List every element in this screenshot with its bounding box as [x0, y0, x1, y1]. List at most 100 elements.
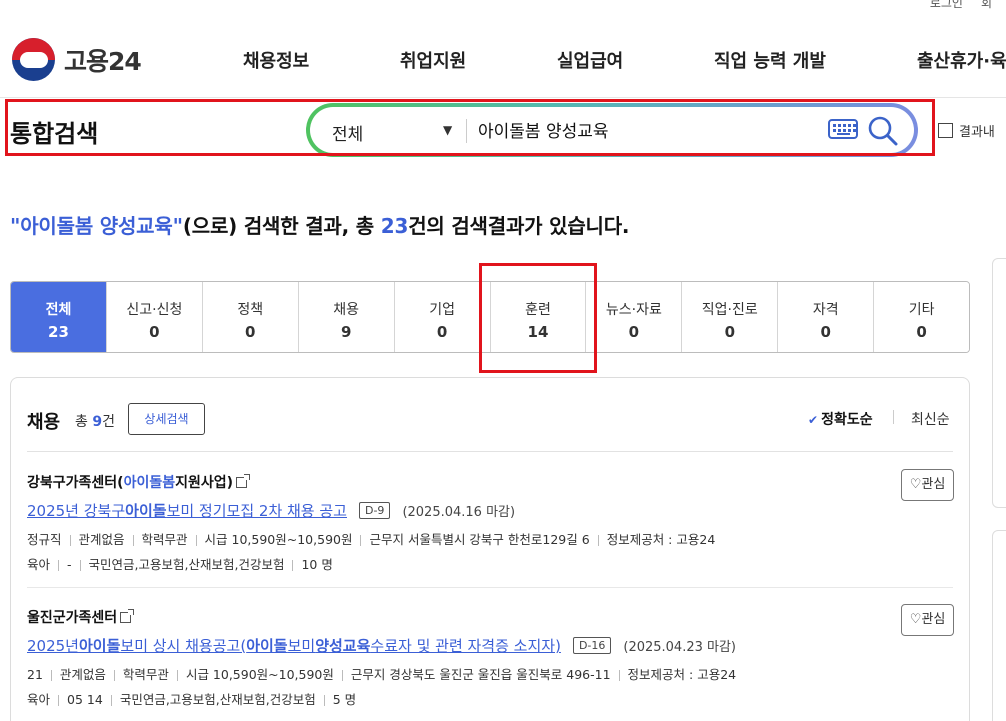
- heart-icon: ♡: [909, 477, 922, 492]
- title-part-highlight: 아이돌: [246, 637, 288, 655]
- external-link-icon[interactable]: [236, 474, 251, 488]
- meta-value: 학력무관: [122, 667, 169, 682]
- meta-value: 근무지 서울특별시 강북구 한천로129길 6: [369, 532, 590, 547]
- tab-jobs[interactable]: 채용 9: [298, 282, 395, 352]
- title-part-highlight: 양성교육: [315, 637, 371, 655]
- tab-label: 자격: [812, 302, 839, 318]
- nav-item-unemployment-benefit[interactable]: 실업급여: [557, 47, 714, 73]
- dday-badge: D-9: [358, 502, 391, 519]
- search-within-label: 결과내: [959, 125, 995, 140]
- tab-all[interactable]: 전체 23: [11, 282, 107, 352]
- company-highlight: 아이돌봄: [123, 475, 176, 491]
- job-meta: 정규직 관계없음 학력무관 시급 10,590원~10,590원 근무지 서울특별시 강…: [27, 529, 953, 548]
- nav-item-maternity-leave[interactable]: 출산휴가·육: [917, 47, 1006, 73]
- tab-count: 23: [48, 323, 69, 341]
- header-divider: [0, 97, 1006, 98]
- title-part-highlight: 아이돌: [78, 637, 121, 655]
- result-summary-tail: 건의 검색결과가 있습니다.: [408, 214, 630, 238]
- title-part: 보미: [287, 637, 316, 655]
- meta-value: 국민연금,고용보험,산재보험,건강보험: [119, 692, 316, 707]
- total-suffix: 건: [102, 414, 115, 430]
- company-text: 지원사업): [175, 475, 234, 491]
- company-text: 강북구가족센터(: [27, 475, 124, 491]
- list-item: 강북구가족센터(아이돌봄지원사업) 2025년 강북구아이돌보미 정기모집 2차…: [27, 472, 953, 573]
- meta-value: -: [67, 557, 72, 572]
- external-link-icon[interactable]: [120, 609, 135, 623]
- total-count: 9: [92, 414, 103, 430]
- result-count: 23: [380, 214, 409, 238]
- meta-value: 21: [27, 667, 43, 682]
- sort-accuracy[interactable]: ✔ 정확도순: [808, 409, 873, 429]
- item-divider: [27, 587, 953, 588]
- jobs-result-panel: 채용 총 9건 상세검색 ✔ 정확도순 최신순 강북구가족센터(아이돌봄지원사업)…: [10, 377, 970, 721]
- company-name[interactable]: 강북구가족센터(아이돌봄지원사업): [27, 472, 953, 492]
- detail-search-button[interactable]: 상세검색: [128, 403, 205, 435]
- search-within-checkbox[interactable]: [938, 123, 953, 138]
- meta-value: 10 명: [301, 557, 333, 572]
- nav-item-employment-support[interactable]: 취업지원: [400, 47, 557, 73]
- sort-accuracy-label: 정확도순: [821, 412, 873, 428]
- side-panel: [992, 258, 1006, 508]
- job-meta: 21 관계없음 학력무관 시급 10,590원~10,590원 근무지 경상북도 울진군…: [27, 664, 953, 683]
- tab-policy[interactable]: 정책 0: [202, 282, 299, 352]
- tab-career[interactable]: 직업·진로 0: [682, 282, 779, 352]
- tab-company[interactable]: 기업 0: [394, 282, 491, 352]
- side-panel: [992, 530, 1006, 721]
- company-name[interactable]: 울진군가족센터: [27, 607, 953, 627]
- tab-count: 0: [724, 323, 736, 341]
- training-tab-highlight-box: [479, 263, 597, 373]
- tab-news[interactable]: 뉴스·자료 0: [586, 282, 683, 352]
- tab-label: 정책: [237, 302, 264, 318]
- site-logo[interactable]: 고용24: [12, 38, 142, 81]
- total-prefix: 총: [75, 414, 93, 430]
- meta-value: 시급 10,590원~10,590원: [204, 532, 353, 547]
- tab-label: 채용: [333, 302, 360, 318]
- check-icon: ✔: [808, 413, 819, 427]
- job-title-link[interactable]: 2025년아이돌보미 상시 채용공고(아이돌보미양성교육수료자 및 관련 자격증…: [27, 635, 561, 656]
- job-meta: 육아 05 14 국민연금,고용보험,산재보험,건강보험 5 명: [27, 689, 953, 708]
- site-header: 고용24 채용정보 취업지원 실업급여 직업 능력 개발 출산휴가·육: [0, 0, 1006, 96]
- tab-label: 전체: [45, 302, 72, 318]
- title-part: 수료자 및 관련 자격증 소지자): [370, 637, 561, 655]
- result-keyword: "아이돌봄 양성교육": [10, 214, 183, 238]
- section-total: 총 9건: [75, 411, 115, 431]
- tab-count: 9: [340, 323, 352, 341]
- heart-icon: ♡: [909, 612, 922, 627]
- favorite-label: 관심: [921, 477, 946, 492]
- tab-count: 0: [916, 323, 927, 341]
- result-summary-text: (으로) 검색한 결과, 총: [182, 214, 381, 238]
- meta-value: 육아: [27, 557, 51, 572]
- meta-value: 정보제공처 : 고용24: [606, 532, 716, 547]
- tab-report-apply[interactable]: 신고·신청 0: [106, 282, 203, 352]
- sort-latest[interactable]: 최신순: [911, 409, 950, 429]
- job-meta: 육아 - 국민연금,고용보험,산재보험,건강보험 10 명: [27, 554, 953, 573]
- dday-badge: D-16: [572, 637, 612, 654]
- global-nav: 채용정보 취업지원 실업급여 직업 능력 개발 출산휴가·육: [243, 47, 1006, 73]
- nav-item-jobs[interactable]: 채용정보: [243, 47, 400, 73]
- meta-value: 관계없음: [78, 532, 125, 547]
- section-title: 채용: [27, 412, 61, 433]
- meta-value: 05 14: [67, 692, 103, 707]
- meta-value: 근무지 경상북도 울진군 울진읍 울진북로 496-11: [350, 667, 611, 682]
- company-text: 울진군가족센터: [27, 610, 118, 626]
- tab-etc[interactable]: 기타 0: [874, 282, 969, 352]
- title-part: 보미 정기모집 2차 채용 공고: [166, 502, 347, 520]
- sort-divider: [893, 410, 894, 424]
- meta-value: 육아: [27, 692, 51, 707]
- tab-certificate[interactable]: 자격 0: [778, 282, 875, 352]
- tab-label: 뉴스·자료: [605, 302, 662, 318]
- search-within-results[interactable]: 결과내: [938, 121, 995, 140]
- favorite-button[interactable]: ♡관심: [901, 604, 954, 636]
- tab-count: 0: [820, 323, 831, 341]
- result-summary: "아이돌봄 양성교육"(으로) 검색한 결과, 총 23건의 검색결과가 있습니…: [10, 210, 630, 239]
- tab-label: 기타: [908, 302, 935, 318]
- nav-item-vocational-training[interactable]: 직업 능력 개발: [714, 47, 917, 73]
- favorite-button[interactable]: ♡관심: [901, 469, 954, 501]
- job-title-link[interactable]: 2025년 강북구아이돌보미 정기모집 2차 채용 공고: [27, 500, 347, 521]
- title-part: 보미 상시 채용공고(: [120, 637, 247, 655]
- brand-name: 고용24: [64, 46, 142, 76]
- panel-divider: [27, 451, 953, 452]
- deadline-text: (2025.04.16 마감): [402, 505, 516, 520]
- favorite-label: 관심: [921, 612, 946, 627]
- meta-value: 국민연금,고용보험,산재보험,건강보험: [88, 557, 285, 572]
